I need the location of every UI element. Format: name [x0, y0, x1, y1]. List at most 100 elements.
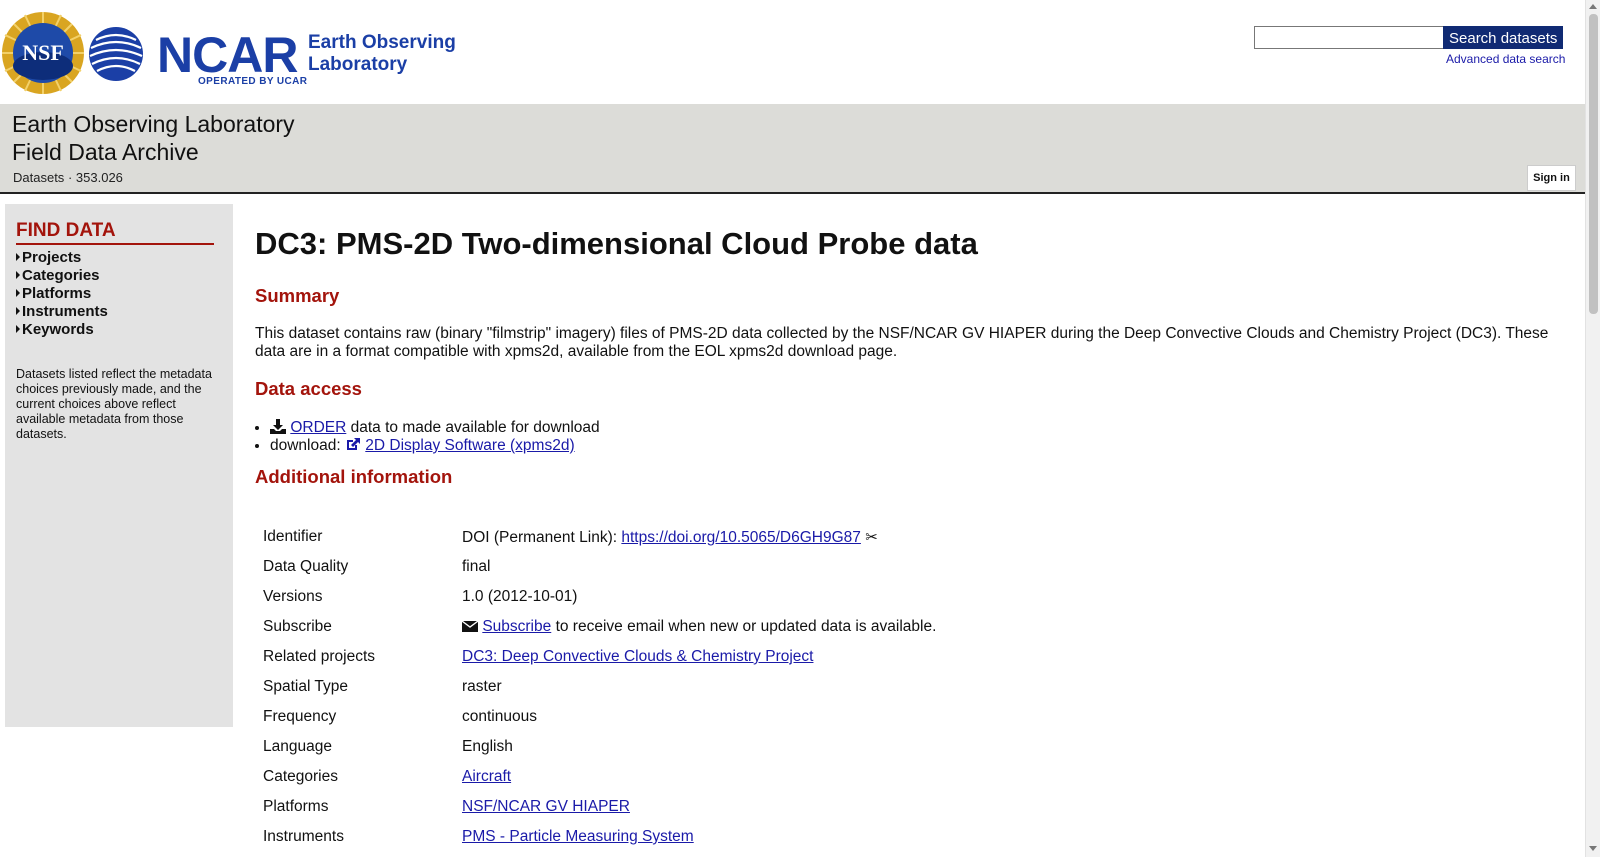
scroll-down-arrow-icon[interactable] [1589, 846, 1597, 851]
access-download-item: download: 2D Display Software (xpms2d) [270, 437, 600, 455]
doi-prefix: DOI (Permanent Link): [462, 528, 618, 546]
table-row: Related projects DC3: Deep Convective Cl… [255, 642, 944, 672]
scroll-up-arrow-icon[interactable] [1589, 4, 1597, 9]
breadcrumb-datasets[interactable]: Datasets [13, 170, 64, 185]
info-key: Versions [263, 588, 323, 605]
xpms2d-download-link[interactable]: 2D Display Software (xpms2d) [365, 437, 574, 454]
archive-title: Earth Observing Laboratory Field Data Ar… [12, 110, 295, 166]
info-value: DOI (Permanent Link): https://doi.org/10… [454, 522, 944, 552]
platform-link[interactable]: NSF/NCAR GV HIAPER [462, 798, 630, 815]
facet-label: Keywords [22, 321, 94, 338]
info-key: Language [263, 738, 332, 755]
table-row: Versions 1.0 (2012-10-01) [255, 582, 944, 612]
subscribe-link[interactable]: Subscribe [482, 618, 551, 635]
nsf-logo[interactable]: NSF [1, 11, 85, 95]
archive-title-line1: Earth Observing Laboratory [12, 111, 295, 137]
facet-instruments[interactable]: Instruments [16, 303, 108, 321]
info-value: NSF/NCAR GV HIAPER [454, 792, 944, 822]
facet-keywords[interactable]: Keywords [16, 321, 108, 339]
info-key: Platforms [263, 798, 329, 815]
ncar-operated-by: OPERATED BY UCAR [198, 76, 308, 87]
info-value: final [462, 558, 491, 575]
breadcrumb-dataset-id[interactable]: 353.026 [76, 170, 123, 185]
data-access-heading: Data access [255, 378, 362, 399]
sign-in-button[interactable]: Sign in [1527, 165, 1576, 191]
info-value: English [462, 738, 513, 755]
scissors-copy-icon[interactable]: ✂ [865, 529, 878, 546]
info-key: Instruments [263, 828, 344, 845]
summary-heading: Summary [255, 285, 340, 306]
order-link[interactable]: ORDER [290, 419, 346, 436]
facet-label: Instruments [22, 303, 108, 320]
sidebar-note: Datasets listed reflect the metadata cho… [16, 367, 212, 441]
info-value: Aircraft [454, 762, 944, 792]
advanced-search-link[interactable]: Advanced data search [1446, 52, 1565, 66]
table-row: Language English [255, 732, 944, 762]
find-data-sidebar: FIND DATA Projects Categories Platforms … [5, 204, 233, 727]
expand-triangle-icon [16, 325, 20, 333]
page-banner: Earth Observing Laboratory Field Data Ar… [0, 104, 1585, 194]
download-icon [270, 419, 286, 434]
subscribe-text: to receive email when new or updated dat… [555, 618, 937, 635]
access-order-item: ORDER data to made available for downloa… [270, 419, 600, 437]
archive-title-line2: Field Data Archive [12, 139, 199, 165]
info-value: Subscribe to receive email when new or u… [454, 612, 944, 642]
info-value: raster [462, 678, 502, 695]
table-row: Categories Aircraft [255, 762, 944, 792]
related-project-link[interactable]: DC3: Deep Convective Clouds & Chemistry … [462, 648, 813, 665]
facet-projects[interactable]: Projects [16, 249, 108, 267]
info-value: 1.0 (2012-10-01) [462, 588, 578, 605]
info-key: Related projects [263, 648, 376, 665]
info-key: Data Quality [263, 558, 349, 575]
facet-list: Projects Categories Platforms Instrument… [16, 249, 108, 339]
info-key: Subscribe [263, 618, 332, 635]
svg-text:NSF: NSF [22, 40, 64, 65]
table-row: Frequency continuous [255, 702, 944, 732]
data-access-list: ORDER data to made available for downloa… [255, 419, 600, 455]
additional-info-heading: Additional information [255, 466, 453, 487]
facet-label: Platforms [22, 285, 92, 302]
expand-triangle-icon [16, 307, 20, 315]
page-scrollbar[interactable] [1585, 0, 1600, 857]
table-row: Identifier DOI (Permanent Link): https:/… [255, 522, 944, 552]
info-value: DC3: Deep Convective Clouds & Chemistry … [454, 642, 944, 672]
page-title: DC3: PMS-2D Two-dimensional Cloud Probe … [255, 226, 978, 261]
download-label: download: [270, 437, 341, 454]
breadcrumb: Datasets · 353.026 [13, 170, 123, 185]
info-key: Frequency [263, 708, 337, 725]
facet-label: Projects [22, 249, 82, 266]
table-row: Subscribe Subscribe to receive email whe… [255, 612, 944, 642]
info-value: PMS - Particle Measuring System [454, 822, 944, 852]
scrollbar-thumb[interactable] [1589, 14, 1598, 314]
ncar-globe-logo[interactable] [88, 26, 144, 82]
site-header: NSF NCAR OPERATED BY UCAR Earth Observin… [0, 0, 1585, 104]
search-input[interactable] [1254, 26, 1444, 49]
table-row: Data Quality final [255, 552, 944, 582]
facet-platforms[interactable]: Platforms [16, 285, 108, 303]
eol-line2: Laboratory [308, 54, 408, 75]
facet-categories[interactable]: Categories [16, 267, 108, 285]
order-text: data to made available for download [350, 419, 600, 436]
eol-wordmark[interactable]: Earth Observing Laboratory [308, 32, 456, 76]
summary-text: This dataset contains raw (binary "films… [255, 325, 1549, 360]
external-link-icon [346, 438, 360, 450]
table-row: Spatial Type raster [255, 672, 944, 702]
facet-label: Categories [22, 267, 100, 284]
eol-line1: Earth Observing [308, 32, 456, 53]
table-row: Instruments PMS - Particle Measuring Sys… [255, 822, 944, 852]
info-value: continuous [462, 708, 537, 725]
search-datasets-button[interactable]: Search datasets [1443, 26, 1564, 49]
expand-triangle-icon [16, 271, 20, 279]
expand-triangle-icon [16, 289, 20, 297]
expand-triangle-icon [16, 253, 20, 261]
table-row: Platforms NSF/NCAR GV HIAPER [255, 792, 944, 822]
category-link[interactable]: Aircraft [462, 768, 511, 785]
info-key: Identifier [263, 528, 323, 545]
instrument-link[interactable]: PMS - Particle Measuring System [462, 828, 694, 845]
additional-info-table: Identifier DOI (Permanent Link): https:/… [255, 522, 944, 852]
breadcrumb-separator: · [67, 170, 73, 185]
doi-link[interactable]: https://doi.org/10.5065/D6GH9G87 [621, 529, 861, 546]
ncar-wordmark[interactable]: NCAR [157, 30, 298, 80]
info-key: Spatial Type [263, 678, 349, 695]
info-key: Categories [263, 768, 338, 785]
